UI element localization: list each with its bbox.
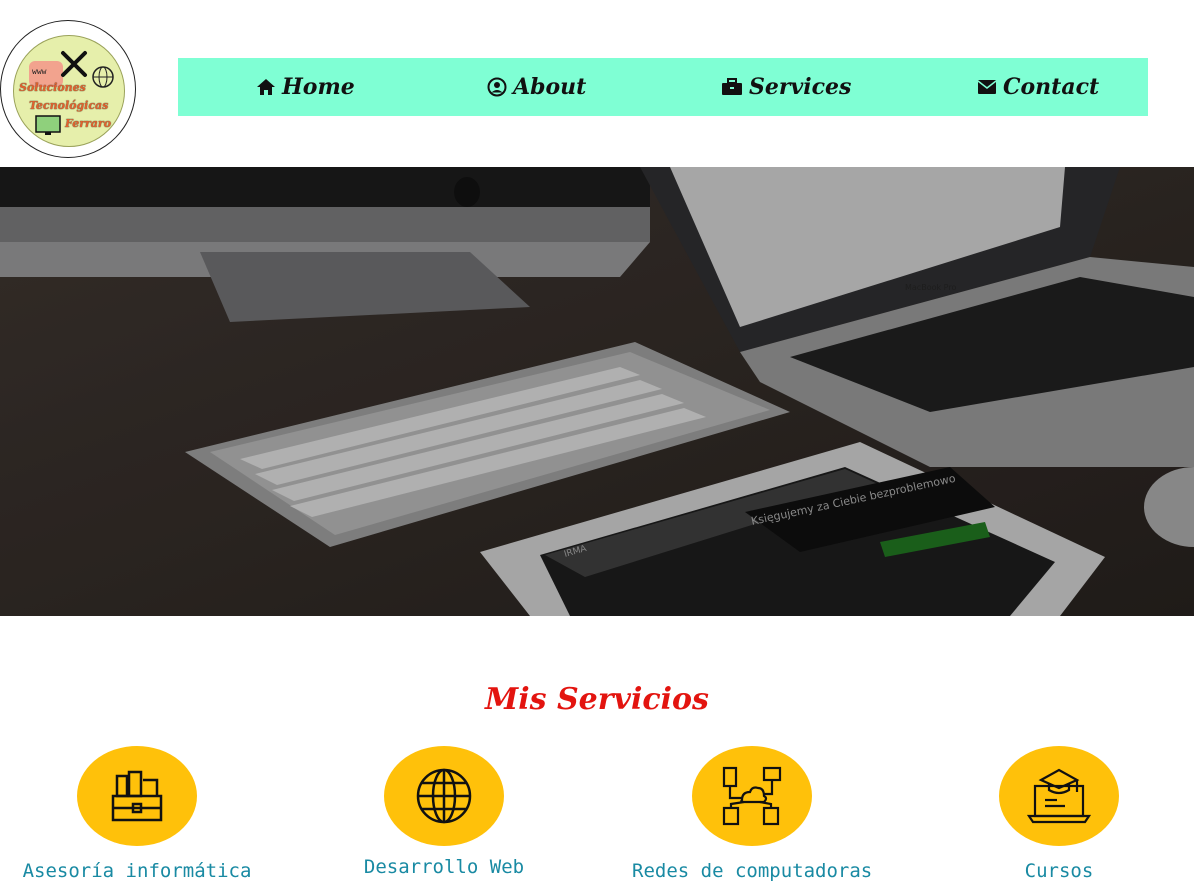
service-card-desarrollo-web[interactable]: Desarrollo Web (324, 746, 564, 878)
nav-contact[interactable]: Contact (977, 58, 1099, 116)
nav-services-label: Services (749, 74, 852, 100)
service-icon-circle (692, 746, 812, 846)
service-icon-circle (384, 746, 504, 846)
service-card-redes[interactable]: Redes de computadoras (632, 746, 872, 882)
nav-home[interactable]: Home (256, 58, 355, 116)
service-icon-circle (77, 746, 197, 846)
logo-text-line3: Ferraro (65, 117, 112, 130)
nav-services[interactable]: Services (721, 58, 851, 116)
network-icon (722, 766, 782, 826)
hero-banner: MacBook Pro Księgujemy za Ciebie bezprob… (0, 167, 1194, 616)
service-label: Desarrollo Web (363, 856, 525, 878)
envelope-icon (977, 80, 997, 94)
toolbox-icon (111, 770, 163, 822)
service-card-asesoria[interactable]: Asesoría informática (17, 746, 257, 882)
hero-devices-illustration: MacBook Pro Księgujemy za Ciebie bezprob… (0, 167, 1194, 616)
graduation-laptop-icon (1027, 768, 1091, 824)
logo-text-line2: Tecnológicas (29, 99, 109, 112)
tools-icon (61, 51, 87, 77)
service-card-cursos[interactable]: Cursos (939, 746, 1179, 882)
service-label: Redes de computadoras (632, 860, 873, 882)
site-logo[interactable]: www Soluciones Tecnológicas Ferraro (0, 20, 136, 158)
nav-home-label: Home (282, 74, 355, 100)
home-icon (257, 79, 275, 95)
user-circle-icon (487, 77, 507, 97)
service-icon-circle (999, 746, 1119, 846)
globe-icon (92, 66, 114, 88)
monitor-icon (35, 115, 61, 135)
nav-contact-label: Contact (1003, 74, 1100, 100)
globe-icon (416, 768, 472, 824)
service-label: Cursos (1024, 860, 1094, 882)
main-navbar: Home About Services Contact (178, 58, 1148, 116)
logo-text-line1: Soluciones (19, 81, 86, 94)
nav-about-label: About (513, 74, 587, 100)
service-label: Asesoría informática (22, 860, 252, 882)
nav-about[interactable]: About (487, 58, 586, 116)
briefcase-icon (722, 78, 742, 95)
services-title: Mis Servicios (485, 682, 709, 717)
